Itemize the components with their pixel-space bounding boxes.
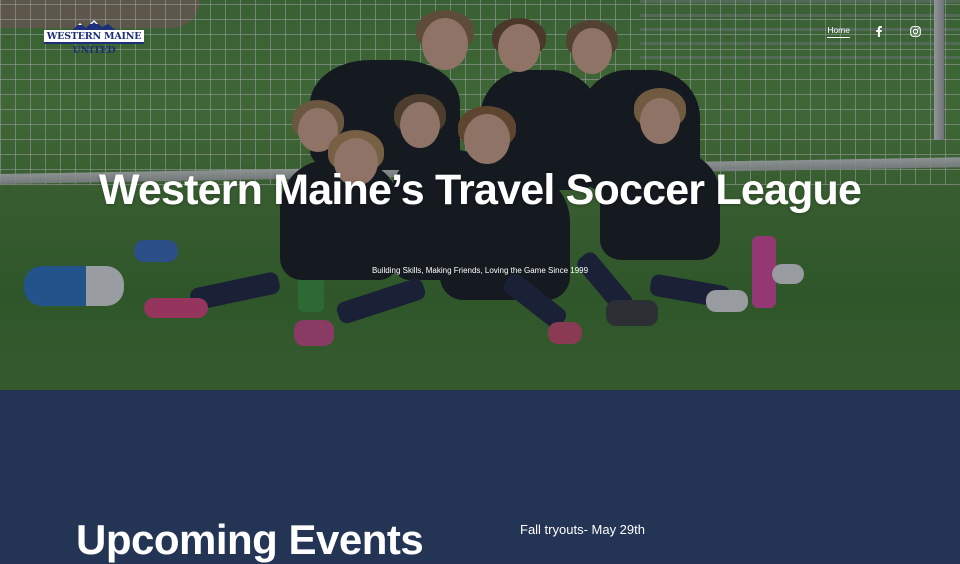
events-heading: Upcoming Events xyxy=(76,516,424,563)
upcoming-events-section: Upcoming Events Fall tryouts- May 29th xyxy=(0,390,960,563)
instagram-icon[interactable] xyxy=(908,24,922,38)
main-nav: Home xyxy=(827,24,922,38)
hero-subtitle: Building Skills, Making Friends, Loving … xyxy=(371,266,589,275)
event-item: Fall tryouts- May 29th xyxy=(520,522,645,537)
hero-section: WESTERN MAINE UNITED Home Western Maine’… xyxy=(0,0,960,390)
logo-text: WESTERN MAINE UNITED xyxy=(44,30,144,56)
hero-title: Western Maine’s Travel Soccer League xyxy=(98,166,862,214)
site-logo[interactable]: WESTERN MAINE UNITED xyxy=(44,20,144,56)
facebook-icon[interactable] xyxy=(872,24,886,38)
nav-link-home[interactable]: Home xyxy=(827,25,850,38)
